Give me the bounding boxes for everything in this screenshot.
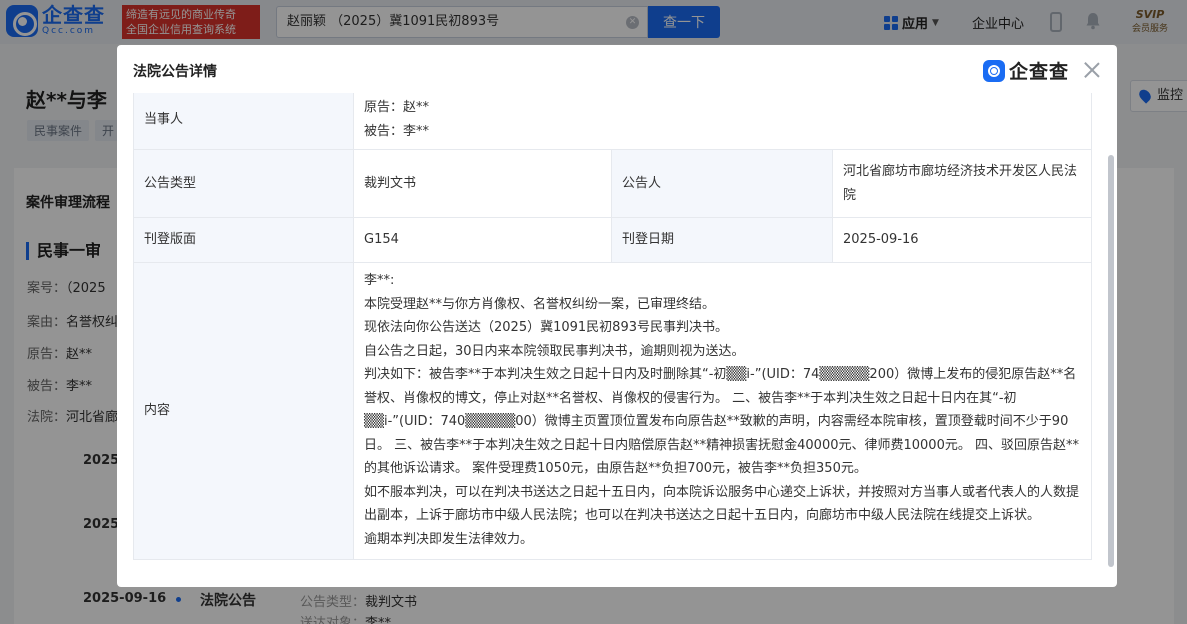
publication-page-value: G154 xyxy=(353,217,612,263)
table-row: 刊登版面 G154 刊登日期 2025-09-16 xyxy=(133,217,1092,263)
logo-text: 企查查 xyxy=(1009,61,1070,83)
content-paragraph: 自公告之日起，30日内来本院领取民事判决书，逾期则视为送达。 xyxy=(364,343,745,359)
logo-icon xyxy=(983,59,1005,82)
dialog-body[interactable]: 当事人 原告：赵** 被告：李** 公告类型 裁判文书 公告人 河北省廊坊市廊坊… xyxy=(133,93,1093,579)
dialog-scrollbar[interactable] xyxy=(1108,155,1114,567)
court-notice-dialog: 法院公告详情 企查查 当事人 原告：赵** 被告：李** 公告类型 裁判文书 公… xyxy=(117,45,1117,587)
dialog-logo: 企查查 xyxy=(983,57,1069,84)
party-value: 原告：赵** 被告：李** xyxy=(353,93,1092,150)
table-row: 当事人 原告：赵** 被告：李** xyxy=(133,93,1092,150)
content-value: 李**: 本院受理赵**与你方肖像权、名誉权纠纷一案，已审理终结。 现依法向你公… xyxy=(353,262,1092,560)
notice-type-label: 公告类型 xyxy=(133,149,354,218)
announcer-label: 公告人 xyxy=(611,149,833,218)
content-paragraph: 判决如下：被告李**于本判决生效之日起十日内及时删除其“-初▒▒i-”(UID：… xyxy=(364,367,1079,476)
dialog-title: 法院公告详情 xyxy=(133,64,217,80)
content-paragraph: 现依法向你公告送达（2025）冀1091民初893号民事判决书。 xyxy=(364,320,728,335)
table-row: 内容 李**: 本院受理赵**与你方肖像权、名誉权纠纷一案，已审理终结。 现依法… xyxy=(133,262,1092,560)
notice-type-value: 裁判文书 xyxy=(353,149,612,218)
publication-page-label: 刊登版面 xyxy=(133,217,354,263)
table-row: 公告类型 裁判文书 公告人 河北省廊坊市廊坊经济技术开发区人民法院 xyxy=(133,149,1092,218)
content-paragraph: 如不服本判决，可以在判决书送达之日起十五日内，向本院诉讼服务中心递交上诉状，并按… xyxy=(364,484,1080,524)
publication-date-value: 2025-09-16 xyxy=(832,217,1092,263)
defendant-value: 被告：李** xyxy=(364,123,430,139)
content-paragraph: 李**: xyxy=(364,273,395,288)
party-label: 当事人 xyxy=(133,93,354,150)
notice-detail-table: 当事人 原告：赵** 被告：李** 公告类型 裁判文书 公告人 河北省廊坊市廊坊… xyxy=(133,93,1092,560)
close-icon[interactable] xyxy=(1082,60,1102,80)
content-label: 内容 xyxy=(133,262,354,560)
publication-date-label: 刊登日期 xyxy=(611,217,833,263)
content-paragraph: 逾期本判决即发生法律效力。 xyxy=(364,531,534,547)
announcer-value: 河北省廊坊市廊坊经济技术开发区人民法院 xyxy=(832,149,1092,218)
content-paragraph: 本院受理赵**与你方肖像权、名誉权纠纷一案，已审理终结。 xyxy=(364,296,716,312)
plaintiff-value: 原告：赵** xyxy=(364,99,430,115)
